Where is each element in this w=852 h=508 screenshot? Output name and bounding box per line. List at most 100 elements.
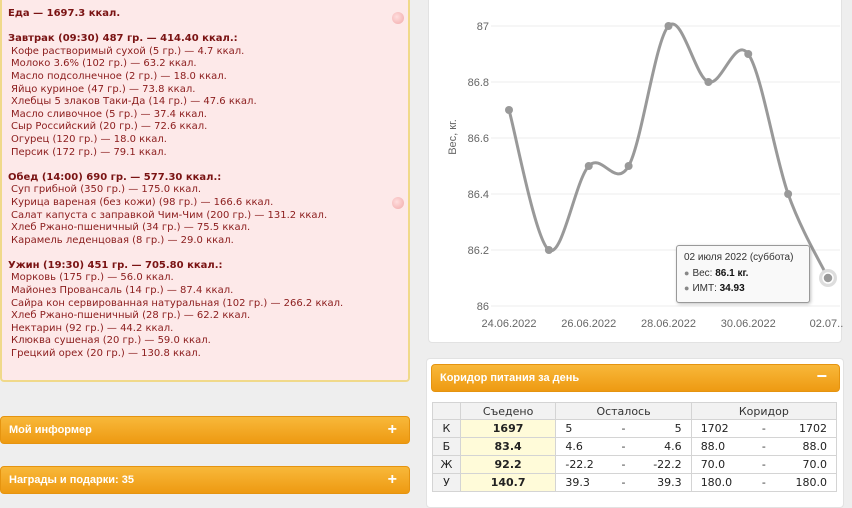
- data-point: [822, 272, 834, 284]
- x-tick-label: 02.07...: [810, 318, 843, 330]
- row-key: Ж: [432, 455, 461, 474]
- corridor-high: 70.0: [802, 458, 827, 471]
- table-corner: [432, 402, 461, 420]
- meal-item: Масло подсолнечное (2 гр.) — 18.0 ккал.: [11, 70, 227, 82]
- meal-item: Хлеб Ржано-пшеничный (34 гр.) — 75.5 кка…: [11, 222, 251, 234]
- range-dash: -: [621, 440, 626, 453]
- meal-item: Майонез Провансаль (14 гр.) — 87.4 ккал.: [11, 285, 234, 297]
- table-row: Ж 92.2 -22.2 - -22.2 70.0 - 70.0: [432, 455, 838, 474]
- diary-total: Еда — 1697.3 ккал.: [8, 8, 121, 19]
- meal-item: Карамель леденцовая (8 гр.) — 29.0 ккал.: [11, 234, 234, 246]
- apple-icon: [392, 197, 404, 209]
- remaining-high: -22.2: [653, 458, 682, 471]
- weight-series-line: [507, 22, 830, 279]
- eaten-cell: 83.4: [459, 437, 557, 456]
- meal-item: Салат капуста с заправкой Чим-Чим (200 г…: [11, 209, 328, 221]
- column-header-corridor: Коридор: [690, 402, 838, 420]
- row-key: У: [432, 473, 461, 492]
- meal-item: Сыр Российский (20 гр.) — 72.6 ккал.: [11, 121, 208, 133]
- remaining-low: 4.6: [565, 440, 583, 453]
- corridor-cell: 180.0 - 180.0: [690, 473, 838, 492]
- meal-item: Хлебцы 5 злаков Таки-Да (14 гр.) — 47.6 …: [11, 96, 257, 108]
- y-tick-label: 87: [477, 21, 489, 33]
- corridor-header-bar[interactable]: Коридор питания за день −: [431, 364, 840, 392]
- eaten-cell: 92.2: [459, 455, 557, 474]
- table-row: У 140.7 39.3 - 39.3 180.0 - 180.0: [432, 473, 838, 492]
- meal-item: Морковь (175 гр.) — 56.0 ккал.: [11, 272, 174, 284]
- meal-header: Ужин (19:30) 451 гр. — 705.80 ккал.:: [8, 259, 223, 271]
- remaining-cell: 4.6 - 4.6: [555, 437, 692, 456]
- corridor-low: 1702: [700, 422, 729, 435]
- meal-item: Масло сливочное (5 гр.) — 37.4 ккал.: [11, 108, 207, 120]
- table-row: Б 83.4 4.6 - 4.6 88.0 - 88.0: [432, 437, 838, 456]
- data-point: [584, 162, 593, 170]
- expand-plus-icon[interactable]: +: [388, 421, 397, 439]
- tooltip-bmi-label: ИМТ:: [692, 283, 717, 294]
- remaining-low: -22.2: [565, 458, 594, 471]
- my-informer-bar[interactable]: Мой информер +: [0, 416, 410, 444]
- awards-bar[interactable]: Награды и подарки: 35 +: [0, 466, 410, 494]
- eaten-cell: 140.7: [459, 473, 557, 492]
- y-tick-label: 86: [477, 301, 489, 313]
- y-tick-label: 86.8: [468, 77, 489, 89]
- data-point: [704, 78, 713, 86]
- remaining-low: 5: [565, 422, 573, 435]
- food-diary-panel: Еда — 1697.3 ккал. Завтрак (09:30) 487 г…: [0, 0, 410, 382]
- meal-item: Суп грибной (350 гр.) — 175.0 ккал.: [11, 184, 202, 196]
- chart-tooltip: 02 июля 2022 (суббота) ● Вес: 86.1 кг. ● И…: [676, 245, 810, 303]
- corridor-low: 70.0: [700, 458, 726, 471]
- remaining-cell: -22.2 - -22.2: [555, 455, 692, 474]
- bullet-icon: ●: [684, 283, 690, 293]
- meal-item: Клюква сушеная (20 гр.) — 59.0 ккал.: [11, 335, 211, 347]
- tooltip-weight-value: 86.1 кг.: [715, 268, 749, 279]
- remaining-high: 5: [674, 422, 682, 435]
- data-point: [505, 106, 513, 114]
- data-point: [744, 50, 753, 58]
- collapse-minus-icon[interactable]: −: [816, 366, 827, 387]
- corridor-title: Коридор питания за день: [440, 372, 580, 384]
- meal-item: Молоко 3.6% (102 гр.) — 63.2 ккал.: [11, 58, 197, 70]
- remaining-high: 4.6: [664, 440, 682, 453]
- row-key: Б: [432, 437, 461, 456]
- table-row: К 1697 5 - 5 1702 - 1702: [432, 419, 838, 438]
- range-dash: -: [621, 422, 626, 435]
- remaining-high: 39.3: [657, 476, 682, 489]
- data-point: [544, 246, 553, 254]
- meal-item: Хлеб Ржано-пшеничный (28 гр.) — 62.2 кка…: [11, 310, 251, 322]
- x-tick-label: 28.06.2022: [641, 318, 696, 330]
- tooltip-bmi-value: 34.93: [719, 283, 745, 294]
- meal-item: Яйцо куриное (47 гр.) — 73.8 ккал.: [11, 83, 196, 95]
- apple-icon: [392, 12, 404, 24]
- range-dash: -: [621, 458, 626, 471]
- corridor-low: 88.0: [700, 440, 726, 453]
- meal-header: Завтрак (09:30) 487 гр. — 414.40 ккал.:: [8, 33, 238, 45]
- meal-item: Сайра кон сервированная натуральная (102…: [11, 297, 344, 309]
- tooltip-date: 02 июля 2022 (суббота): [684, 252, 794, 263]
- awards-label: Награды и подарки: 35: [9, 474, 134, 486]
- range-dash: -: [621, 476, 626, 489]
- remaining-cell: 5 - 5: [555, 419, 692, 438]
- meal-item: Курица вареная (без кожи) (98 гр.) — 166…: [11, 196, 274, 208]
- corridor-cell: 88.0 - 88.0: [690, 437, 838, 456]
- range-dash: -: [761, 422, 766, 435]
- data-point: [664, 22, 673, 30]
- data-point: [624, 162, 633, 170]
- remaining-cell: 39.3 - 39.3: [555, 473, 692, 492]
- meal-item: Огурец (120 гр.) — 18.0 ккал.: [11, 133, 167, 145]
- range-dash: -: [761, 440, 766, 453]
- meal-item: Кофе растворимый сухой (5 гр.) — 4.7 кка…: [11, 45, 245, 57]
- meal-item: Нектарин (92 гр.) — 44.2 ккал.: [11, 322, 174, 334]
- row-key: К: [432, 419, 461, 438]
- x-tick-label: 30.06.2022: [721, 318, 776, 330]
- tooltip-weight-label: Вес:: [692, 268, 713, 279]
- y-tick-label: 86.4: [468, 189, 489, 201]
- corridor-high: 180.0: [795, 476, 827, 489]
- corridor-table: Съедено Осталось Коридор К 1697 5-5 1702-17…: [432, 402, 838, 492]
- x-tick-label: 24.06.2022: [481, 318, 536, 330]
- y-tick-label: 86.2: [468, 245, 489, 257]
- meal-item: Персик (172 гр.) — 79.1 ккал.: [11, 146, 167, 158]
- meal-item: Грецкий орех (20 гр.) — 130.8 ккал.: [11, 348, 201, 360]
- remaining-low: 39.3: [565, 476, 590, 489]
- x-tick-label: 26.06.2022: [561, 318, 616, 330]
- expand-plus-icon[interactable]: +: [388, 471, 397, 489]
